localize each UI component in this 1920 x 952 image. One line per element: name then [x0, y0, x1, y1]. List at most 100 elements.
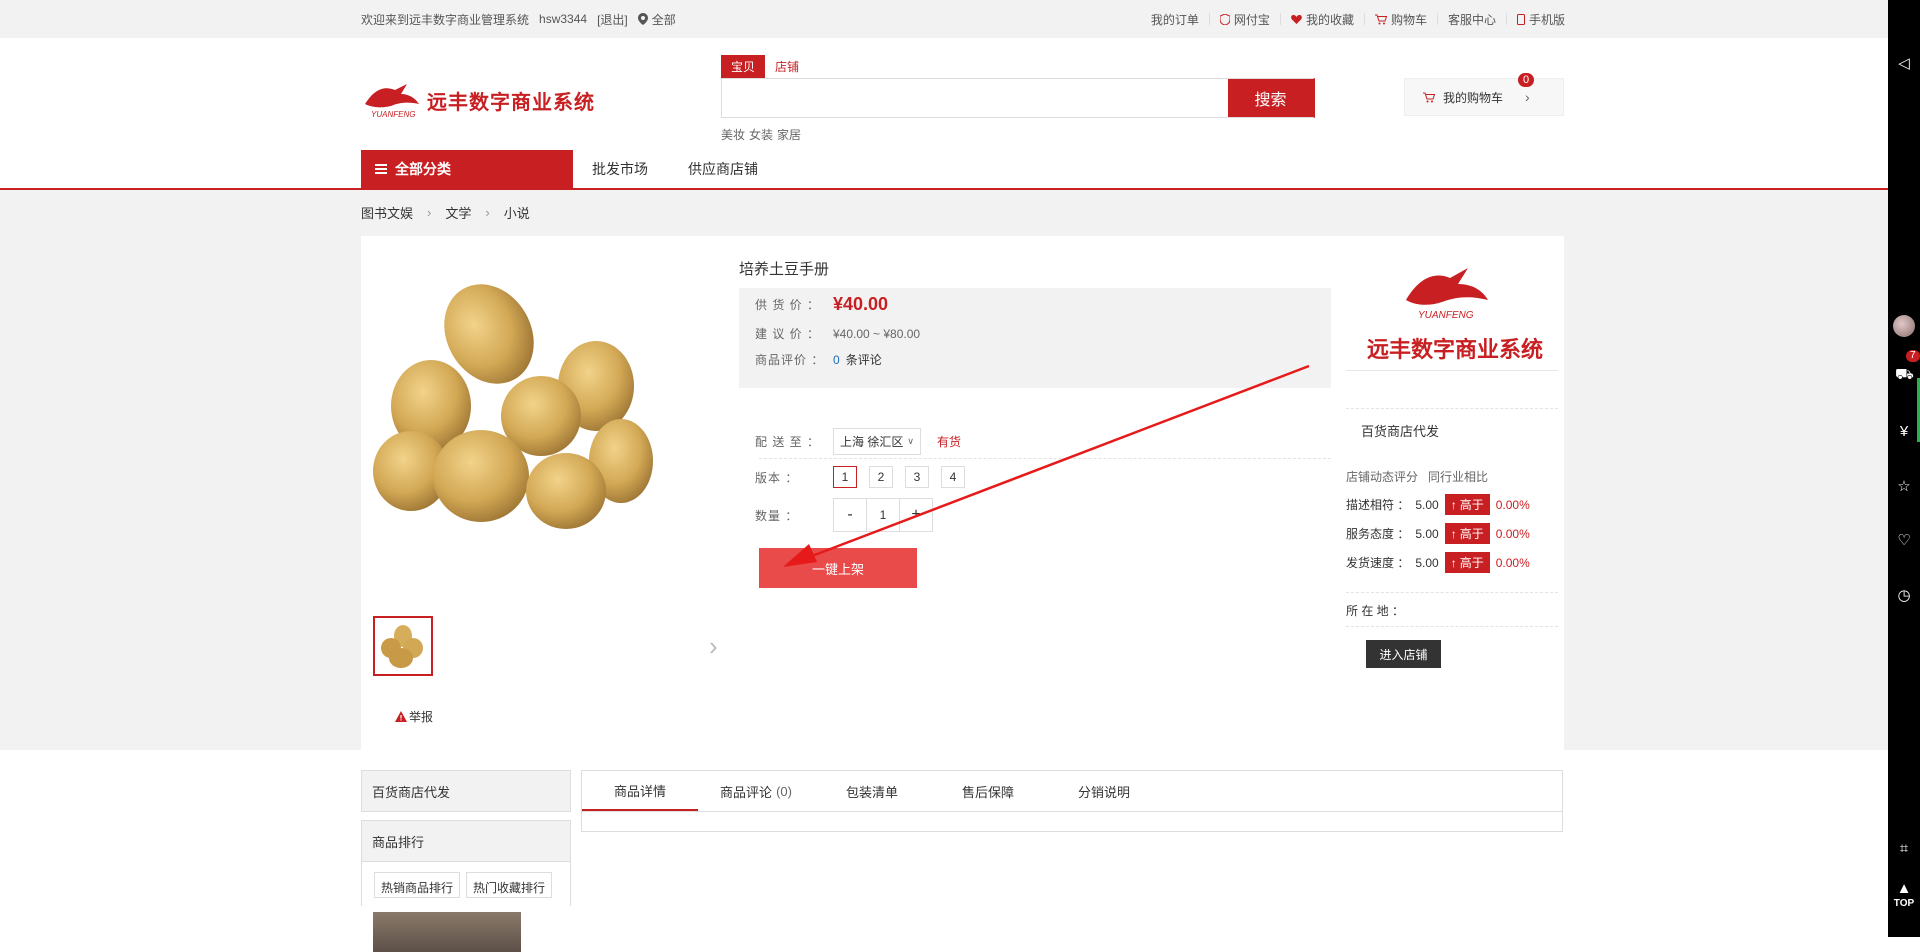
my-cart-button[interactable]: 我的购物车 0 › [1404, 73, 1564, 116]
side-store-name[interactable]: 百货商店代发 [361, 770, 571, 812]
tab-label: 包装清单 [845, 784, 898, 800]
score-label: 服务态度 ： [1346, 527, 1410, 541]
location-pin-icon [637, 13, 648, 25]
hotword-link[interactable]: 家居 [777, 126, 801, 143]
my-favorites-link[interactable]: 我的收藏 [1291, 11, 1354, 28]
tab-product-reviews[interactable]: 商品评论 (0) [698, 771, 814, 811]
hotword-link[interactable]: 美妆 [721, 126, 745, 143]
breadcrumb-item[interactable]: 图书文娱 [361, 203, 413, 222]
location-label: 全部 [651, 12, 676, 27]
history-icon[interactable]: ◷ [1895, 587, 1913, 605]
nav-link-wholesale[interactable]: 批发市场 [592, 159, 648, 179]
back-to-top-label[interactable]: TOP [1888, 898, 1920, 909]
nav-link-supplier-stores[interactable]: 供应商店铺 [688, 159, 758, 179]
divider [1346, 592, 1558, 593]
product-title: 培养土豆手册 [739, 261, 830, 278]
customer-service-label: 客服中心 [1447, 12, 1496, 27]
higher-badge: ↑ 高于 [1444, 523, 1490, 544]
shield-icon [1219, 13, 1230, 25]
search-tab-stores[interactable]: 店铺 [775, 55, 799, 78]
breadcrumb-item[interactable]: 文学 [445, 203, 471, 222]
my-orders-link[interactable]: 我的订单 [1151, 11, 1199, 28]
arrow-up-icon: ↑ [1450, 526, 1457, 541]
mobile-label: 手机版 [1528, 12, 1565, 27]
toolbar-cart-badge: 7 [1906, 350, 1920, 362]
site-logo[interactable]: YUANFENG 远丰数字商业系统 [361, 80, 595, 120]
cart-icon[interactable]: ⛟ [1895, 366, 1914, 384]
tab-label: 分销说明 [1077, 784, 1130, 800]
qr-scan-icon[interactable]: ⌗ [1895, 840, 1913, 858]
tab-label: 商品评论 [720, 784, 773, 800]
score-label: 发货速度 ： [1346, 556, 1410, 570]
mobile-link[interactable]: 手机版 [1516, 11, 1565, 28]
ranking-item-image[interactable] [373, 912, 521, 952]
supply-price-label: 供 货 价 ： [755, 298, 821, 312]
store-brand: 远丰数字商业系统 [1366, 337, 1543, 362]
tab-product-details[interactable]: 商品详情 [582, 771, 698, 811]
wallet-link[interactable]: 网付宝 [1219, 11, 1270, 28]
cart-count-badge: 0 [1518, 73, 1535, 87]
score-value: 5.00 [1415, 526, 1439, 541]
tab-distribution-info[interactable]: 分销说明 [1046, 771, 1162, 811]
detail-tabs-panel: 商品详情 商品评论 (0) 包装清单 售后保障 分销说明 [581, 770, 1563, 832]
report-link[interactable]: 举报 [395, 708, 433, 725]
logout-link[interactable]: [退出] [597, 11, 628, 28]
supply-price: ¥40.00 [833, 294, 889, 314]
annotation-arrow-icon [783, 364, 1310, 567]
suggested-price-label: 建 议 价 ： [755, 327, 821, 341]
wallet-label: 网付宝 [1233, 12, 1270, 27]
yuanfeng-logo-icon: YUANFENG [365, 84, 419, 119]
nav-links: 批发市场 供应商店铺 [592, 150, 758, 188]
right-toolbar: ◁ ⛟ 7 ¥ ☆ ♡ ◷ ⌗ ▲ TOP [1888, 0, 1920, 937]
score-row: 发货速度 ： 5.00 ↑ 高于 0.00% [1346, 552, 1530, 573]
speaker-icon[interactable]: ◁ [1895, 55, 1913, 73]
store-name[interactable]: 百货商店代发 [1361, 421, 1439, 440]
enter-store-button[interactable]: 进入店铺 [1366, 640, 1441, 668]
ranking-tab-hot-sales[interactable]: 热销商品排行 [374, 872, 461, 898]
search-tab-items[interactable]: 宝贝 [721, 55, 766, 78]
search-input[interactable] [722, 79, 1228, 117]
my-orders-label: 我的订单 [1150, 12, 1199, 27]
higher-badge: ↑ 高于 [1444, 552, 1490, 573]
search-button[interactable]: 搜索 [1228, 79, 1313, 117]
product-main-image [373, 284, 653, 529]
divider [1346, 370, 1558, 371]
customer-service-link[interactable]: 客服中心 [1448, 11, 1496, 28]
breadcrumb: 图书文娱 › 文学 › 小说 [361, 203, 530, 222]
store-location-label: 所 在 地 ： [1346, 604, 1405, 618]
my-favorites-label: 我的收藏 [1305, 12, 1354, 27]
my-cart-label: 我的购物车 [1443, 90, 1504, 105]
ranking-tab-hot-favorites[interactable]: 热门收藏排行 [466, 872, 553, 898]
detail-tabs: 商品详情 商品评论 (0) 包装清单 售后保障 分销说明 [582, 771, 1562, 812]
tab-after-sales[interactable]: 售后保障 [930, 771, 1046, 811]
arrow-up-icon[interactable]: ▲ [1895, 880, 1913, 898]
heart-icon[interactable]: ♡ [1895, 532, 1913, 550]
score-percent: 0.00% [1495, 555, 1530, 570]
compare-label: 同行业相比 [1428, 470, 1489, 484]
heart-icon [1291, 15, 1302, 24]
score-row: 服务态度 ： 5.00 ↑ 高于 0.00% [1346, 523, 1530, 544]
higher-badge: ↑ 高于 [1444, 494, 1490, 515]
all-categories-button[interactable]: 全部分类 [361, 150, 573, 188]
hotword-link[interactable]: 女装 [749, 126, 773, 143]
store-logo-text: YUANFENG [1418, 310, 1474, 321]
store-dynamic-score-header: 店铺动态评分 同行业相比 [1346, 468, 1488, 485]
product-thumbnail[interactable] [373, 616, 433, 676]
cart-link[interactable]: 购物车 [1374, 11, 1427, 28]
ranking-tabs: 热销商品排行 热门收藏排行 [361, 862, 571, 906]
score-value: 5.00 [1415, 497, 1439, 512]
avatar[interactable] [1893, 315, 1915, 337]
breadcrumb-item[interactable]: 小说 [504, 203, 530, 222]
username: hsw3344 [539, 12, 588, 26]
tab-packing-list[interactable]: 包装清单 [814, 771, 930, 811]
store-logo-icon: YUANFENG [1406, 268, 1488, 321]
yuan-icon[interactable]: ¥ [1895, 423, 1913, 441]
arrow-up-icon: ↑ [1450, 555, 1457, 570]
logo-text: YUANFENG [371, 110, 415, 119]
thumbnail-next-arrow-icon[interactable]: › [709, 631, 718, 662]
suggested-price: ¥40.00 ~ ¥80.00 [833, 326, 921, 341]
star-icon[interactable]: ☆ [1895, 478, 1913, 496]
all-categories-label: 全部分类 [395, 161, 451, 177]
header: YUANFENG 远丰数字商业系统 宝贝 店铺 搜索 美妆 女装 家居 我的购物… [0, 38, 1888, 148]
location-selector[interactable]: 全部 [637, 11, 676, 28]
